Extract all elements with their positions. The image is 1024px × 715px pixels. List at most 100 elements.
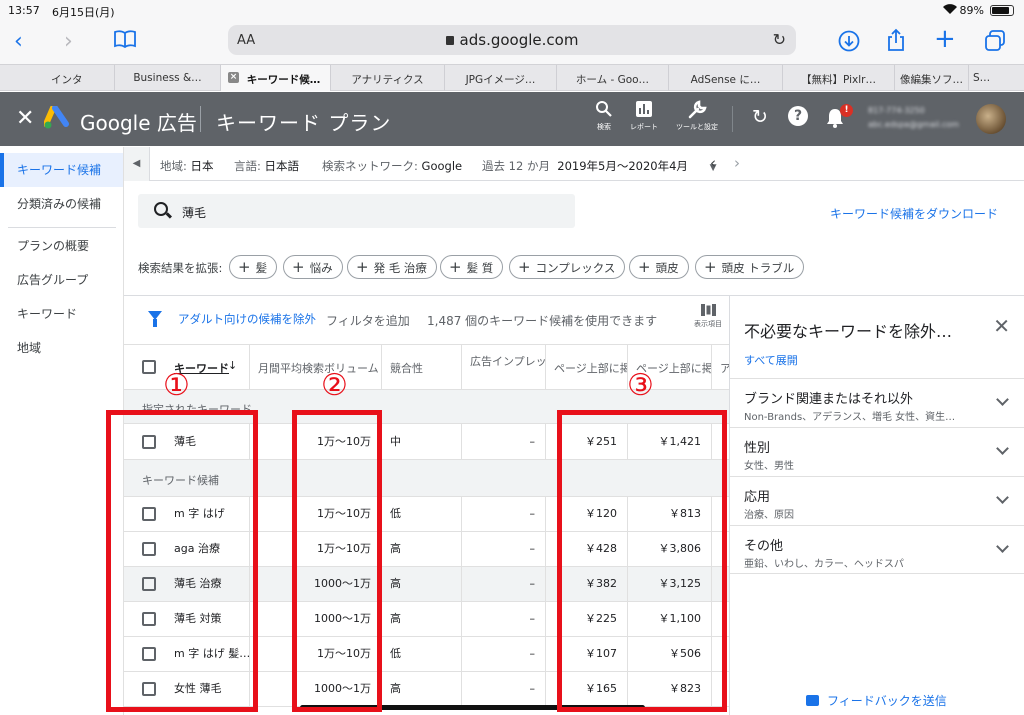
search-button[interactable]: 検索	[584, 100, 624, 132]
next-period-icon[interactable]: ›	[734, 154, 740, 172]
location-filter[interactable]: 地域: 日本	[160, 158, 214, 174]
collapse-nav-icon[interactable]: ◀	[124, 147, 150, 181]
chevron-down-icon	[996, 442, 1009, 455]
download-icon[interactable]	[838, 30, 860, 57]
nav-ad-groups[interactable]: 広告グループ	[0, 263, 123, 297]
browser-tab[interactable]: 【無料】Pixlr…	[782, 65, 894, 91]
search-icon	[154, 202, 168, 216]
close-icon[interactable]: ✕	[16, 106, 34, 131]
impression-cell: –	[462, 424, 546, 459]
col-account-status[interactable]: ア	[712, 345, 729, 390]
columns-button[interactable]: 表示項目	[690, 304, 726, 329]
share-icon[interactable]	[886, 28, 906, 57]
expand-all-link[interactable]: すべて展開	[744, 352, 798, 368]
feedback-button[interactable]: フィードバックを送信	[806, 692, 947, 709]
ads-header: ✕ Google 広告 キーワード プラン 検索 レポート ツールと設定 ↻ ?…	[0, 92, 1024, 146]
refine-group[interactable]: 性別 女性、男性	[730, 427, 1024, 476]
browser-tab[interactable]: JPGイメージ…	[444, 65, 556, 91]
expand-chip[interactable]: + 発 毛 治療	[347, 255, 437, 279]
brand-name: Google 広告	[80, 111, 197, 135]
notification-badge: !	[840, 104, 853, 117]
add-filter-button[interactable]: フィルタを追加	[326, 312, 410, 329]
address-bar[interactable]: AA ads.google.com ↻	[228, 25, 796, 55]
columns-icon	[700, 304, 716, 316]
new-tab-icon[interactable]: +	[934, 26, 956, 52]
avatar[interactable]	[976, 104, 1006, 134]
bookmarks-icon[interactable]	[114, 30, 136, 53]
close-tab-icon[interactable]: ×	[228, 72, 239, 83]
header-divider	[732, 106, 733, 132]
browser-tab[interactable]: ホーム - Goo…	[556, 65, 668, 91]
expand-chip[interactable]: + 髪 質	[440, 255, 504, 279]
report-button[interactable]: レポート	[624, 100, 664, 132]
col-volume[interactable]: 月間平均検索ボリューム	[250, 345, 382, 390]
network-filter[interactable]: 検索ネットワーク: Google	[322, 158, 462, 174]
reload-icon[interactable]: ↻	[773, 30, 786, 49]
competition-cell: 高	[382, 567, 462, 601]
tools-button[interactable]: ツールと設定	[676, 100, 718, 132]
browser-tab[interactable]: Business &…	[114, 65, 220, 91]
browser-tab[interactable]: S…	[968, 65, 1024, 91]
language-filter[interactable]: 言語: 日本語	[234, 158, 299, 174]
browser-tab[interactable]: アナリティクス	[330, 65, 444, 91]
browser-tab[interactable]: インタ	[0, 65, 114, 91]
refine-group[interactable]: その他 亜鉛、いわし、カラー、ヘッドスパ	[730, 525, 1024, 574]
adult-filter-link[interactable]: アダルト向けの候補を除外	[178, 311, 316, 327]
competition-cell: 中	[382, 424, 462, 459]
expand-chip[interactable]: + 悩み	[283, 255, 343, 279]
status-date: 6月15日(月)	[52, 6, 115, 19]
sort-arrow-icon: ↓	[228, 359, 238, 372]
wifi-icon	[942, 3, 958, 18]
download-ideas-link[interactable]: キーワード候補をダウンロード	[830, 205, 998, 222]
nav-plan-overview[interactable]: プランの概要	[0, 229, 123, 263]
expand-chip[interactable]: + コンプレックス	[509, 255, 626, 279]
nav-grouped-ideas[interactable]: 分類済みの候補	[0, 187, 123, 221]
impression-cell: –	[462, 602, 546, 636]
expand-chip[interactable]: + 頭皮	[629, 255, 689, 279]
prev-period-icon[interactable]: ‹	[710, 154, 716, 172]
refresh-icon[interactable]: ↻	[752, 106, 768, 128]
impression-cell: –	[462, 672, 546, 706]
tabs-overview-icon[interactable]	[984, 30, 1006, 57]
report-icon	[624, 100, 664, 122]
chevron-down-icon	[996, 393, 1009, 406]
browser-toolbar: ‹ › AA ads.google.com ↻ +	[0, 22, 1024, 64]
table-toolbar: アダルト向けの候補を除外 フィルタを追加 1,487 個のキーワード候補を使用で…	[124, 296, 729, 344]
battery-percent: 89%	[959, 4, 984, 17]
keyword-search-input[interactable]: 薄毛	[138, 194, 575, 228]
battery-icon	[990, 5, 1014, 16]
select-all-checkbox[interactable]	[142, 360, 156, 374]
nav-locations[interactable]: 地域	[0, 331, 123, 365]
expand-chip[interactable]: + 髪	[229, 255, 278, 279]
nav-keyword-ideas[interactable]: キーワード候補	[0, 153, 123, 187]
browser-tab[interactable]: 像編集ソフ…	[894, 65, 968, 91]
expand-chip[interactable]: + 頭皮 トラブル	[695, 255, 805, 279]
account-info[interactable]: 817-774-3250 abc.edspa@gmail.com	[868, 104, 959, 132]
annotation-number: ②	[321, 368, 348, 403]
col-top-bid-low[interactable]: ページ上部に掲	[546, 345, 628, 390]
forward-icon[interactable]: ›	[64, 31, 73, 53]
date-range-filter[interactable]: 過去 12 か月 2019年5月～2020年4月 ▼	[482, 158, 717, 174]
help-icon[interactable]: ?	[788, 106, 808, 126]
competition-cell: 高	[382, 672, 462, 706]
refine-group[interactable]: 応用 治療、原因	[730, 476, 1024, 525]
annotation-number: ③	[627, 368, 654, 403]
col-impression-share[interactable]: 広告インプレッ	[462, 345, 546, 390]
feedback-icon	[806, 695, 819, 706]
col-competition[interactable]: 競合性	[382, 345, 462, 390]
impression-cell: –	[462, 567, 546, 601]
close-panel-icon[interactable]: ✕	[993, 314, 1010, 338]
refine-group[interactable]: ブランド関連またはそれ以外 Non-Brands、アデランス、増毛 女性、資生…	[730, 378, 1024, 427]
annotation-number: ①	[163, 368, 190, 403]
nav-keywords[interactable]: キーワード	[0, 297, 123, 331]
filter-icon	[148, 311, 162, 327]
targeting-bar: ◀ 地域: 日本 言語: 日本語 検索ネットワーク: Google 過去 12 …	[124, 147, 1024, 181]
annotation-box-1	[106, 410, 258, 712]
chevron-down-icon	[996, 540, 1009, 553]
back-icon[interactable]: ‹	[14, 31, 23, 53]
browser-tab[interactable]: AdSense に…	[668, 65, 782, 91]
refine-keywords-panel: 不必要なキーワードを除外… ✕ すべて展開 ブランド関連またはそれ以外 Non-…	[729, 296, 1024, 715]
browser-tab-active[interactable]: × キーワード候…	[220, 65, 330, 91]
status-time: 13:57	[8, 4, 40, 17]
nav-divider	[8, 227, 116, 228]
